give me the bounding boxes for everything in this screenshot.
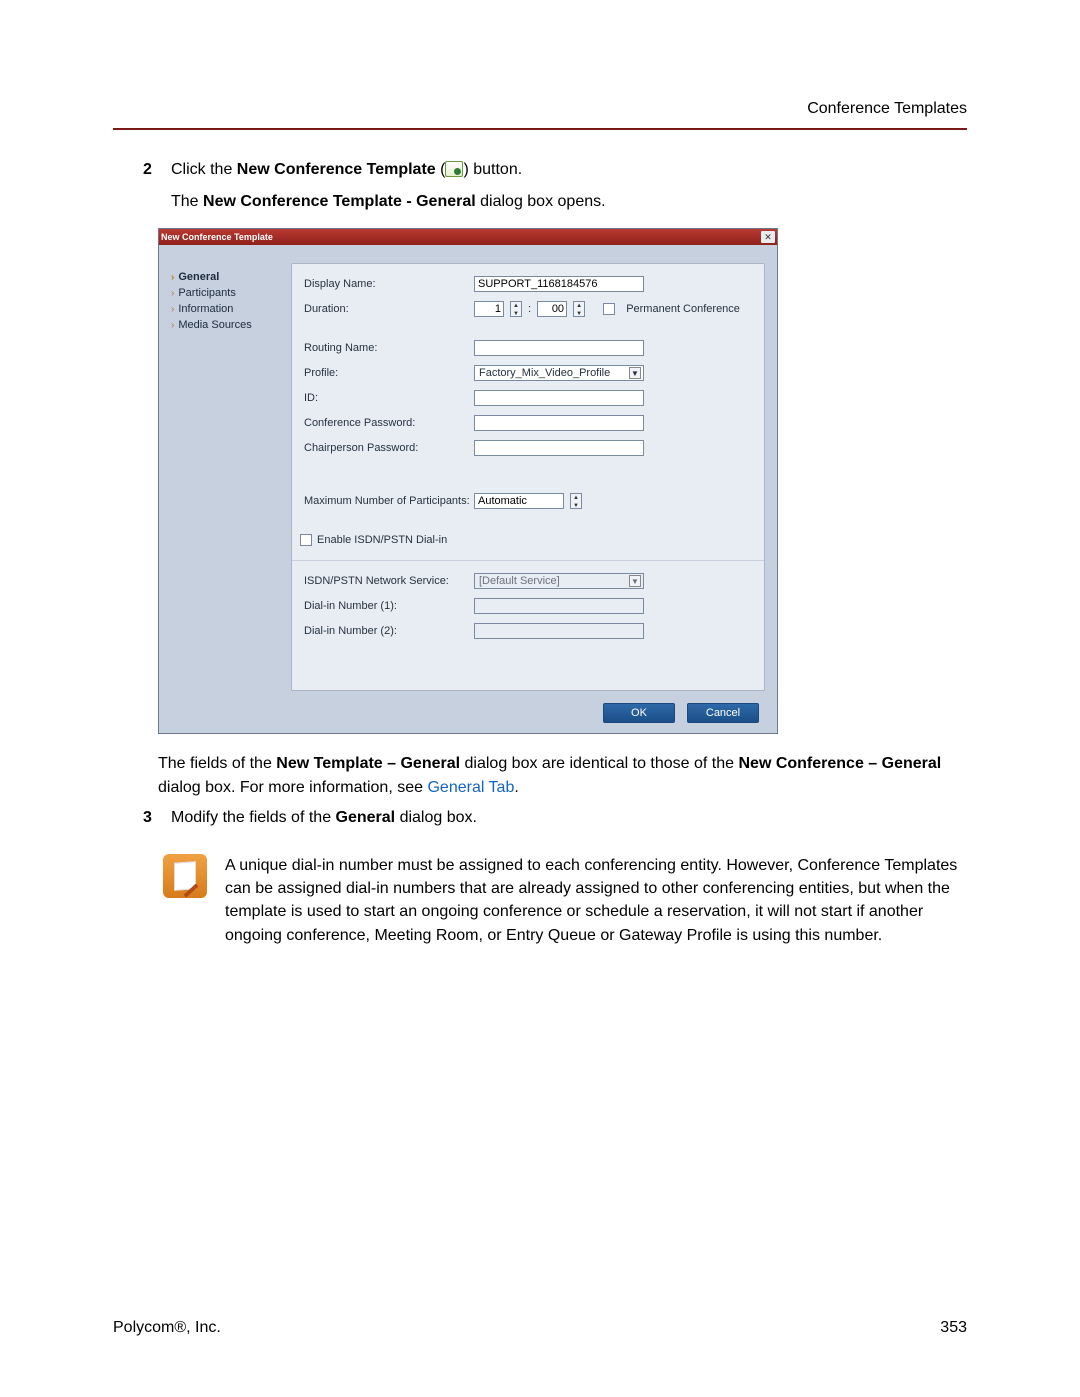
label-id: ID: bbox=[304, 392, 474, 404]
label-enable-isdn: Enable ISDN/PSTN Dial-in bbox=[317, 534, 447, 546]
follow-paragraph: The fields of the New Template – General… bbox=[158, 752, 967, 800]
nav-label: Participants bbox=[178, 287, 235, 299]
t: . bbox=[514, 779, 518, 796]
isdn-service-value: [Default Service] bbox=[479, 575, 560, 587]
ok-label: OK bbox=[631, 707, 647, 719]
routing-name-input[interactable] bbox=[474, 340, 644, 356]
general-tab-link[interactable]: General Tab bbox=[427, 779, 514, 796]
chevron-right-icon: › bbox=[171, 272, 174, 283]
label-routing: Routing Name: bbox=[304, 342, 474, 354]
dialin1-input bbox=[474, 598, 644, 614]
dialin2-input bbox=[474, 623, 644, 639]
cancel-label: Cancel bbox=[706, 707, 740, 719]
nav-participants[interactable]: › Participants bbox=[171, 285, 291, 301]
max-participants-input[interactable] bbox=[474, 493, 564, 509]
nav-label: Media Sources bbox=[178, 319, 251, 331]
ok-button[interactable]: OK bbox=[603, 703, 675, 723]
nav-media-sources[interactable]: › Media Sources bbox=[171, 317, 291, 333]
step-2-sub: The New Conference Template - General di… bbox=[171, 190, 967, 214]
step-body: Click the New Conference Template ( ) but… bbox=[171, 158, 967, 182]
cancel-button[interactable]: Cancel bbox=[687, 703, 759, 723]
t: dialog box. For more information, see bbox=[158, 779, 427, 796]
form-divider bbox=[292, 560, 764, 561]
conference-password-input[interactable] bbox=[474, 415, 644, 431]
t: New Template – General bbox=[276, 755, 460, 772]
page-header: Conference Templates bbox=[113, 100, 967, 130]
note-text: A unique dial-in number must be assigned… bbox=[225, 854, 967, 947]
nav-label: General bbox=[178, 271, 219, 283]
chevron-right-icon: › bbox=[171, 320, 174, 331]
t: dialog box. bbox=[395, 809, 477, 826]
maxpart-spinner[interactable]: ▲▼ bbox=[570, 493, 582, 509]
new-conference-template-icon bbox=[445, 161, 463, 177]
t: dialog box opens. bbox=[476, 193, 606, 210]
profile-select[interactable]: Factory_Mix_Video_Profile ▼ bbox=[474, 365, 644, 381]
dialog-titlebar: New Conference Template ✕ bbox=[159, 229, 777, 245]
dialog-nav: › General › Participants › Information › Med… bbox=[171, 263, 291, 691]
t: ) button. bbox=[463, 161, 522, 178]
step-body: Modify the fields of the General dialog … bbox=[171, 806, 967, 830]
nav-label: Information bbox=[178, 303, 233, 315]
display-name-input[interactable] bbox=[474, 276, 644, 292]
label-duration: Duration: bbox=[304, 303, 474, 315]
dialog-title: New Conference Template bbox=[161, 232, 761, 242]
isdn-service-select: [Default Service] ▼ bbox=[474, 573, 644, 589]
label-confpw: Conference Password: bbox=[304, 417, 474, 429]
t: Click the bbox=[171, 161, 237, 178]
form-general: Display Name: Duration: ▲▼ : ▲▼ Permanen… bbox=[291, 263, 765, 691]
label-isdn-service: ISDN/PSTN Network Service: bbox=[304, 575, 474, 587]
chevron-right-icon: › bbox=[171, 288, 174, 299]
note-block: A unique dial-in number must be assigned… bbox=[163, 854, 967, 947]
t: Modify the fields of the bbox=[171, 809, 336, 826]
step-number: 2 bbox=[143, 158, 171, 182]
chevron-down-icon: ▼ bbox=[629, 367, 641, 379]
label-dialin2: Dial-in Number (2): bbox=[304, 625, 474, 637]
duration-sep: : bbox=[528, 303, 531, 315]
duration-minutes-input[interactable] bbox=[537, 301, 567, 317]
t: General bbox=[336, 809, 396, 826]
nav-general[interactable]: › General bbox=[171, 269, 291, 285]
close-icon[interactable]: ✕ bbox=[761, 231, 775, 243]
label-maxpart: Maximum Number of Participants: bbox=[304, 495, 474, 507]
enable-isdn-checkbox[interactable] bbox=[300, 534, 312, 546]
hours-spinner[interactable]: ▲▼ bbox=[510, 301, 522, 317]
footer-page-number: 353 bbox=[940, 1319, 967, 1337]
chairperson-password-input[interactable] bbox=[474, 440, 644, 456]
t: New Conference Template - General bbox=[203, 193, 476, 210]
t: The bbox=[171, 193, 203, 210]
page-footer: Polycom®, Inc. 353 bbox=[113, 1319, 967, 1337]
t: New Conference – General bbox=[738, 755, 941, 772]
minutes-spinner[interactable]: ▲▼ bbox=[573, 301, 585, 317]
step-number: 3 bbox=[143, 806, 171, 830]
footer-company: Polycom®, Inc. bbox=[113, 1319, 221, 1337]
dialog-footer: OK Cancel bbox=[159, 697, 777, 733]
note-icon bbox=[163, 854, 207, 898]
profile-value: Factory_Mix_Video_Profile bbox=[479, 367, 610, 379]
duration-hours-input[interactable] bbox=[474, 301, 504, 317]
label-profile: Profile: bbox=[304, 367, 474, 379]
permanent-conference-checkbox[interactable] bbox=[603, 303, 615, 315]
chevron-down-icon: ▼ bbox=[629, 575, 641, 587]
label-chairpw: Chairperson Password: bbox=[304, 442, 474, 454]
section-title: Conference Templates bbox=[807, 100, 967, 117]
t: ( bbox=[436, 161, 446, 178]
t: New Conference Template bbox=[237, 161, 436, 178]
step-3: 3 Modify the fields of the General dialo… bbox=[143, 806, 967, 830]
label-display-name: Display Name: bbox=[304, 278, 474, 290]
label-dialin1: Dial-in Number (1): bbox=[304, 600, 474, 612]
id-input[interactable] bbox=[474, 390, 644, 406]
nav-information[interactable]: › Information bbox=[171, 301, 291, 317]
step-2: 2 Click the New Conference Template ( ) b… bbox=[143, 158, 967, 182]
t: The fields of the bbox=[158, 755, 276, 772]
new-conference-template-dialog: New Conference Template ✕ › General › Part… bbox=[158, 228, 778, 734]
chevron-right-icon: › bbox=[171, 304, 174, 315]
t: dialog box are identical to those of the bbox=[460, 755, 738, 772]
label-permanent: Permanent Conference bbox=[626, 303, 740, 315]
